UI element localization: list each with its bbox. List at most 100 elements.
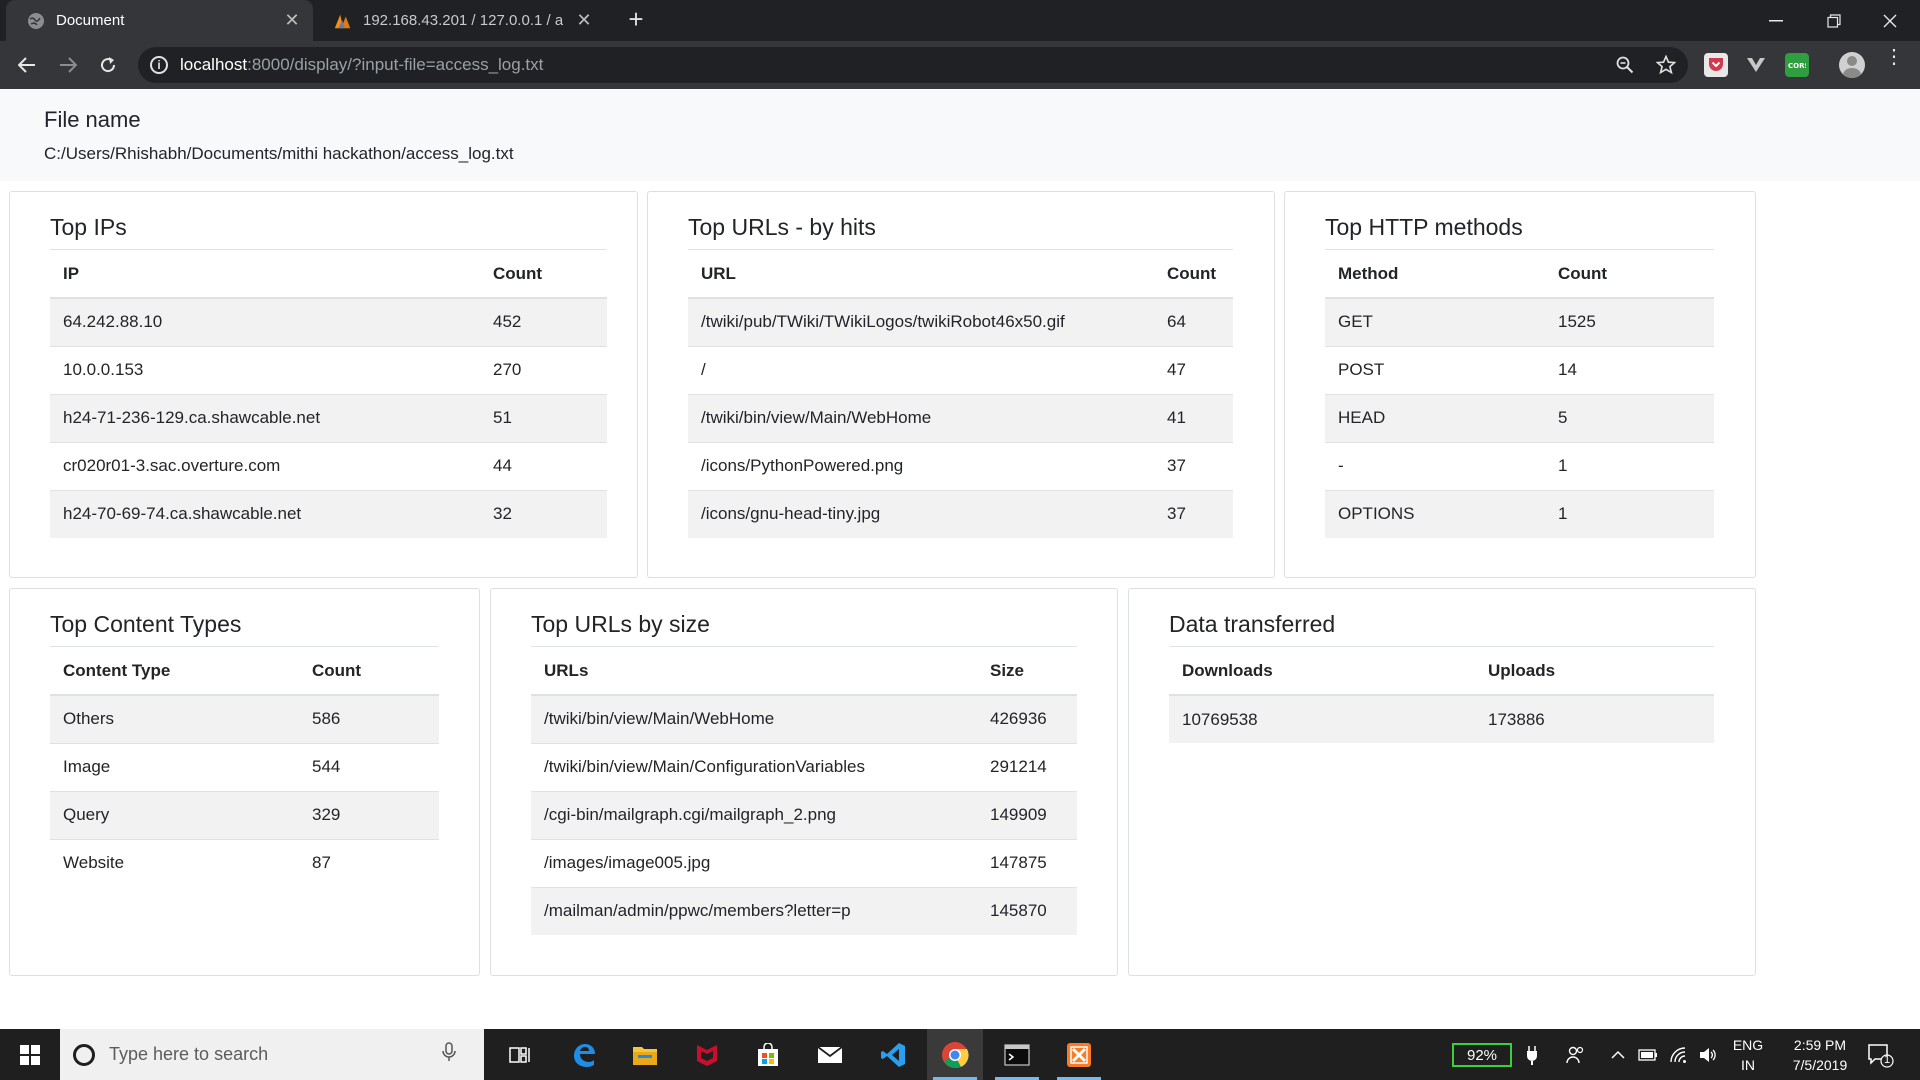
close-window-icon[interactable]: [1862, 0, 1918, 41]
tab-title: 192.168.43.201 / 127.0.0.1 / acce: [363, 12, 563, 29]
file-explorer-icon[interactable]: [617, 1029, 673, 1080]
table-cell: 41: [1154, 393, 1233, 442]
reload-icon[interactable]: [94, 51, 122, 79]
table-row: -1: [1325, 441, 1714, 490]
table-cell: 51: [480, 393, 607, 442]
microphone-icon[interactable]: [442, 1042, 466, 1067]
column-header: Method: [1325, 250, 1545, 299]
language-code: ENG: [1732, 1037, 1764, 1053]
table-row: /twiki/bin/view/Main/WebHome 41: [688, 393, 1233, 442]
clock[interactable]: 2:59 PM 7/5/2019: [1775, 1035, 1865, 1075]
info-icon[interactable]: i: [150, 56, 168, 74]
tab-document[interactable]: Document ✕: [6, 0, 313, 41]
table-cell: /twiki/bin/view/Main/WebHome: [531, 694, 977, 743]
notification-center-icon[interactable]: 1: [1866, 1041, 1894, 1069]
battery-icon[interactable]: [1635, 1029, 1661, 1080]
table-cell: 452: [480, 297, 607, 346]
table-row: /47: [688, 345, 1233, 394]
profile-avatar-icon[interactable]: [1839, 52, 1865, 78]
microsoft-store-icon[interactable]: [740, 1029, 796, 1080]
zoom-icon[interactable]: [1610, 47, 1640, 83]
table-cell: 145870: [977, 886, 1077, 935]
table-cell: 544: [299, 742, 439, 791]
table-row: OPTIONS 1: [1325, 489, 1714, 538]
table-cell: GET: [1325, 297, 1545, 346]
power-plug-icon[interactable]: [1522, 1029, 1542, 1080]
minimize-icon[interactable]: [1748, 0, 1804, 41]
table-cell: 149909: [977, 790, 1077, 839]
file-name-label: File name: [44, 107, 141, 132]
chevron-up-icon[interactable]: [1605, 1029, 1631, 1080]
table-cell: -: [1325, 441, 1545, 490]
volume-icon[interactable]: [1695, 1029, 1721, 1080]
table-header-row: Content Type Count: [50, 647, 439, 696]
restore-icon[interactable]: [1806, 0, 1862, 41]
table-cell: 14: [1545, 345, 1714, 394]
column-header: Uploads: [1475, 647, 1714, 696]
card-title: Top URLs - by hits: [688, 214, 876, 240]
table-cell: /icons/gnu-head-tiny.jpg: [688, 489, 1154, 538]
table-top-content-types: Content Type Count Others 586 Image 544 Qu…: [50, 647, 439, 887]
windows-taskbar: Type here to search 92% ENG IN 2:59 PM 7…: [0, 1029, 1920, 1080]
taskbar-search-box[interactable]: Type here to search: [60, 1029, 484, 1080]
table-row: Others 586: [50, 694, 439, 743]
chrome-icon[interactable]: [927, 1029, 983, 1080]
table-header-row: URL Count: [688, 250, 1233, 299]
pocket-extension-icon[interactable]: [1704, 53, 1728, 77]
edge-browser-icon[interactable]: [556, 1029, 612, 1080]
address-bar[interactable]: i localhost:8000/display/?input-file=acc…: [138, 47, 1688, 83]
table-cell: POST: [1325, 345, 1545, 394]
xampp-icon[interactable]: [1051, 1029, 1107, 1080]
close-icon[interactable]: ✕: [281, 10, 303, 32]
vscode-icon[interactable]: [865, 1029, 921, 1080]
bookmark-star-icon[interactable]: [1651, 47, 1681, 83]
table-row: Website 87: [50, 838, 439, 887]
card-title: Top URLs by size: [531, 611, 710, 637]
back-icon[interactable]: [13, 51, 41, 79]
card-title: Top IPs: [50, 214, 127, 240]
table-row: /icons/PythonPowered.png 37: [688, 441, 1233, 490]
table-cell: 64: [1154, 297, 1233, 346]
task-view-icon[interactable]: [492, 1029, 548, 1080]
vue-devtools-icon[interactable]: [1744, 53, 1768, 77]
table-cell: 586: [299, 694, 439, 743]
terminal-icon[interactable]: [989, 1029, 1045, 1080]
wifi-icon[interactable]: [1665, 1029, 1691, 1080]
people-icon[interactable]: [1560, 1029, 1590, 1080]
table-cell: Website: [50, 838, 299, 887]
card-top-urls-hits: Top URLs - by hits URL Count /twiki/pub/…: [647, 191, 1275, 578]
tab-title: Document: [56, 12, 125, 29]
table-cell: /images/image005.jpg: [531, 838, 977, 887]
search-placeholder: Type here to search: [109, 1044, 269, 1064]
table-cell: 10769538: [1169, 694, 1475, 743]
url-host: localhost: [180, 55, 248, 74]
new-tab-button[interactable]: +: [622, 6, 650, 34]
table-top-urls-size: URLs Size /twiki/bin/view/Main/WebHome 42…: [531, 647, 1077, 935]
browser-toolbar: i localhost:8000/display/?input-file=acc…: [0, 41, 1920, 89]
tab-phpmyadmin[interactable]: 192.168.43.201 / 127.0.0.1 / acce ✕: [313, 0, 605, 41]
table-cell: HEAD: [1325, 393, 1545, 442]
close-icon[interactable]: ✕: [573, 10, 595, 32]
column-header: Count: [1545, 250, 1714, 299]
table-top-methods: Method Count GET 1525 POST 14 HEAD 5 -1 OPT…: [1325, 250, 1714, 538]
cors-extension-icon[interactable]: CORS: [1785, 53, 1809, 77]
table-cell: Image: [50, 742, 299, 791]
language-indicator[interactable]: ENG IN: [1730, 1035, 1766, 1075]
table-cell: 5: [1545, 393, 1714, 442]
table-cell: 1: [1545, 489, 1714, 538]
column-header: Content Type: [50, 647, 299, 696]
mail-icon[interactable]: [802, 1029, 858, 1080]
card-top-content-types: Top Content Types Content Type Count Oth…: [9, 588, 480, 976]
table-row: h24-71-236-129.ca.shawcable.net 51: [50, 393, 607, 442]
menu-icon[interactable]: ⋮: [1884, 47, 1904, 77]
windows-start-icon[interactable]: [0, 1029, 60, 1080]
table-cell: 32: [480, 489, 607, 538]
mcafee-icon[interactable]: [679, 1029, 735, 1080]
table-cell: 64.242.88.10: [50, 297, 480, 346]
table-row: 10769538 173886: [1169, 694, 1714, 743]
cortana-icon: [73, 1043, 95, 1066]
region-code: IN: [1741, 1057, 1755, 1073]
forward-icon[interactable]: [54, 51, 82, 79]
table-cell: 426936: [977, 694, 1077, 743]
card-title: Data transferred: [1169, 611, 1336, 637]
